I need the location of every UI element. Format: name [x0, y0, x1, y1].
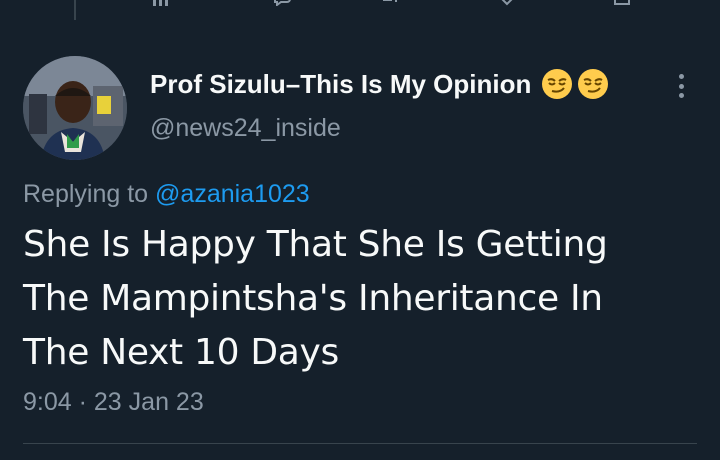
tweet-text-line: The Next 10 Days [23, 332, 340, 373]
share-icon[interactable] [612, 0, 632, 6]
replying-to-label: Replying to [23, 180, 149, 208]
author-avatar[interactable] [23, 56, 127, 160]
previous-tweet-actions [0, 0, 720, 6]
author-handle[interactable]: @news24_inside [150, 114, 341, 143]
reply-icon[interactable] [272, 0, 292, 6]
tweet-text: She Is Happy That She Is Getting The Mam… [23, 218, 703, 380]
divider [23, 443, 697, 444]
analytics-icon[interactable] [150, 0, 170, 6]
smirking-face-icon [577, 68, 609, 100]
smirking-face-icon [541, 68, 573, 100]
more-options-icon[interactable] [670, 72, 692, 100]
tweet-time[interactable]: 9:04 [23, 388, 72, 416]
tweet-text-line: The Mampintsha's Inheritance In [23, 278, 603, 319]
tweet-date[interactable]: 23 Jan 23 [94, 388, 204, 416]
retweet-icon[interactable] [380, 0, 400, 6]
tweet-text-line: She Is Happy That She Is Getting [23, 224, 608, 265]
replying-to: Replying to @azania1023 [23, 180, 310, 209]
tweet-timestamp[interactable]: 9:04 · 23 Jan 23 [23, 388, 204, 417]
author-display-name[interactable]: Prof Sizulu–This Is My Opinion [150, 69, 531, 100]
reply-mention-link[interactable]: @azania1023 [155, 180, 310, 208]
like-icon[interactable] [497, 0, 517, 6]
timestamp-separator: · [78, 388, 87, 416]
